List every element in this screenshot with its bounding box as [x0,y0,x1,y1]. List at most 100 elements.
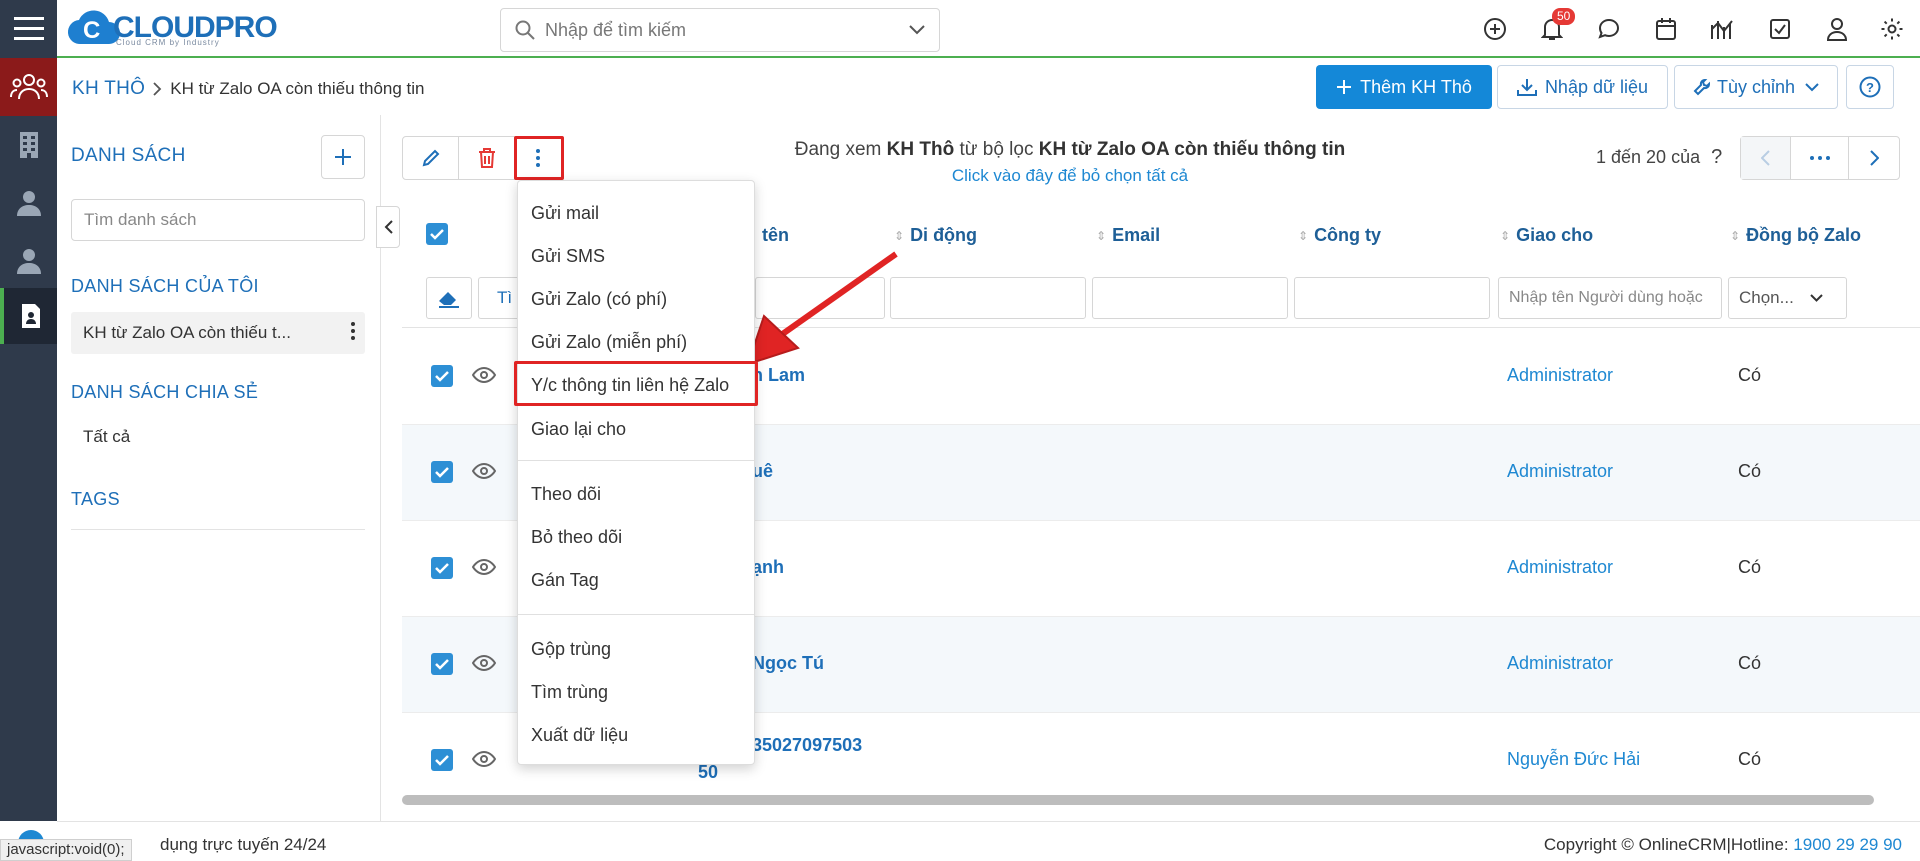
next-page-button[interactable] [1849,137,1899,179]
hamburger-icon[interactable] [0,0,57,58]
my-list-item[interactable]: KH từ Zalo OA còn thiếu t... [71,312,365,354]
tags-heading[interactable]: TAGS [71,489,120,510]
chevron-down-icon[interactable] [909,25,925,35]
menu-assign-tag[interactable]: Gán Tag [531,570,599,591]
help-button[interactable]: ? [1846,65,1894,109]
menu-unfollow[interactable]: Bỏ theo dõi [531,527,622,548]
column-email[interactable]: ⇕ Email [1096,225,1160,246]
horizontal-scrollbar[interactable] [402,795,1874,805]
eye-icon[interactable] [472,558,496,576]
row-name[interactable]: 35027097503 [752,735,862,756]
filter-mobile-input[interactable] [890,277,1086,319]
menu-send-mail[interactable]: Gửi mail [531,203,599,224]
deselect-all-link[interactable]: Click vào đây để bỏ chọn tất cả [620,166,1520,186]
menu-follow[interactable]: Theo dõi [531,484,601,505]
trash-icon [478,148,495,168]
chevron-left-icon [384,220,393,234]
column-mobile[interactable]: ⇕ Di động [894,225,977,246]
column-company[interactable]: ⇕ Công ty [1298,225,1381,246]
row-assigned[interactable]: Administrator [1507,653,1613,674]
rail-user-icon[interactable] [0,232,57,290]
sort-icon: ⇕ [1096,228,1107,243]
collapse-sidebar-button[interactable] [376,206,400,248]
row-checkbox[interactable] [431,653,453,675]
select-all-checkbox[interactable] [426,223,448,245]
global-search[interactable] [500,8,940,52]
filter-email-input[interactable] [1092,277,1288,319]
task-check-icon[interactable] [1765,14,1795,44]
search-input[interactable] [545,19,909,41]
column-name[interactable]: tên [762,225,789,246]
shared-lists-heading: DANH SÁCH CHIA SẺ [71,382,259,402]
clear-filter-button[interactable] [426,277,472,319]
user-profile-icon[interactable] [1822,14,1852,44]
eye-icon[interactable] [472,462,496,480]
row-name[interactable]: Ngọc Tú [752,653,824,674]
filter-zalo-select-value: Chọn... [1739,288,1794,307]
menu-divider [518,460,754,461]
chevron-right-icon [153,82,162,96]
page-total-unknown[interactable]: ? [1711,146,1722,168]
row-checkbox[interactable] [431,557,453,579]
row-name[interactable]: ạnh [752,557,784,578]
svg-text:C: C [83,17,100,44]
row-name-line2[interactable]: 50 [698,762,718,783]
search-filter-button[interactable]: Tì [478,277,518,319]
row-checkbox[interactable] [431,365,453,387]
filter-company-input[interactable] [1294,277,1490,319]
import-data-button[interactable]: Nhập dữ liệu [1497,65,1668,109]
row-checkbox[interactable] [431,461,453,483]
chat-icon[interactable] [1594,14,1624,44]
highlight-box-request-zalo [514,361,758,406]
footer-copyright: Copyright © OnlineCRM|Hotline: 1900 29 2… [1544,835,1902,855]
rail-building-icon[interactable] [0,116,57,174]
more-actions-menu: Gửi mail Gửi SMS Gửi Zalo (có phí) Gửi Z… [517,180,755,765]
sort-icon: ⇕ [1500,228,1511,243]
row-assigned[interactable]: Administrator [1507,557,1613,578]
menu-export-data[interactable]: Xuất dữ liệu [531,725,628,746]
customize-button[interactable]: Tùy chỉnh [1674,65,1838,109]
hotline-number[interactable]: 1900 29 29 90 [1793,835,1902,854]
menu-divider [518,614,754,615]
menu-send-sms[interactable]: Gửi SMS [531,246,605,267]
delete-button[interactable] [459,137,515,179]
prev-page-button[interactable] [1741,137,1791,179]
rail-leads-icon[interactable] [0,58,57,116]
breadcrumb-root[interactable]: KH THÔ [72,78,145,100]
left-rail [0,0,57,821]
menu-merge-duplicates[interactable]: Gộp trùng [531,639,611,660]
menu-reassign[interactable]: Giao lại cho [531,419,626,440]
rail-raw-leads-icon[interactable] [0,288,57,344]
column-zalo-sync[interactable]: ⇕ Đồng bộ Zalo [1730,225,1861,246]
edit-button[interactable] [403,137,459,179]
list-search-input[interactable] [71,199,365,241]
menu-find-duplicates[interactable]: Tìm trùng [531,682,608,703]
viewing-filter-name: KH từ Zalo OA còn thiếu thông tin [1038,139,1346,160]
filter-assigned-input[interactable] [1498,277,1722,319]
page-more-button[interactable] [1791,137,1849,179]
report-chart-icon[interactable] [1708,14,1738,44]
add-list-button[interactable] [321,135,365,179]
column-assigned[interactable]: ⇕ Giao cho [1500,225,1593,246]
eye-icon[interactable] [472,366,496,384]
menu-send-zalo-free[interactable]: Gửi Zalo (miễn phí) [531,332,687,353]
eye-icon[interactable] [472,654,496,672]
column-assigned-label: Giao cho [1516,225,1594,245]
row-checkbox[interactable] [431,749,453,771]
row-name[interactable]: uê [752,461,773,482]
filter-zalo-select[interactable]: Chọn... [1728,277,1847,319]
row-zalo-sync: Có [1738,653,1762,673]
row-zalo-sync: Có [1738,461,1762,481]
eye-icon[interactable] [472,750,496,768]
shared-list-item-all[interactable]: Tất cả [83,427,130,447]
rail-contact-icon[interactable] [0,174,57,232]
row-assigned[interactable]: Administrator [1507,365,1613,386]
calendar-icon[interactable] [1651,14,1681,44]
gear-icon[interactable] [1877,14,1907,44]
plus-circle-icon[interactable] [1480,14,1510,44]
kebab-menu-icon[interactable] [351,322,355,340]
row-assigned[interactable]: Administrator [1507,461,1613,482]
menu-send-zalo-paid[interactable]: Gửi Zalo (có phí) [531,289,667,310]
add-raw-lead-button[interactable]: Thêm KH Thô [1316,65,1492,109]
row-assigned[interactable]: Nguyễn Đức Hải [1507,749,1640,770]
